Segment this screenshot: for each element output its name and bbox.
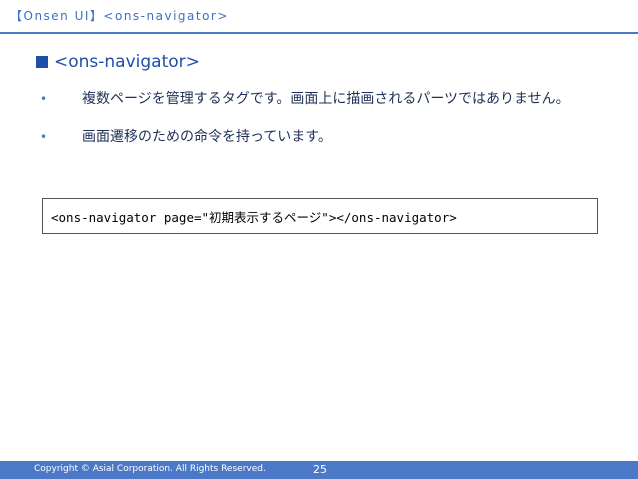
bullet-text: 画面遷移のための命令を持っています。 bbox=[82, 129, 332, 145]
bullet-list: • 複数ページを管理するタグです。画面上に描画されるパーツではありません。 • … bbox=[36, 88, 616, 164]
list-item: • 複数ページを管理するタグです。画面上に描画されるパーツではありません。 bbox=[36, 88, 616, 110]
square-bullet-icon bbox=[36, 56, 48, 68]
list-item: • 画面遷移のための命令を持っています。 bbox=[36, 126, 616, 148]
slide-header: 【Onsen UI】<ons-navigator> bbox=[0, 0, 638, 34]
bullet-dot-icon: • bbox=[40, 92, 48, 106]
code-sample: <ons-navigator page="初期表示するページ"></ons-na… bbox=[51, 209, 457, 225]
section-heading: <ons-navigator> bbox=[36, 52, 200, 72]
bullet-text: 複数ページを管理するタグです。画面上に描画されるパーツではありません。 bbox=[82, 91, 570, 107]
copyright-text: Copyright © Asial Corporation. All Right… bbox=[34, 464, 266, 474]
slide-footer: Copyright © Asial Corporation. All Right… bbox=[0, 461, 638, 479]
slide-title: 【Onsen UI】<ons-navigator> bbox=[10, 9, 229, 23]
bullet-dot-icon: • bbox=[40, 130, 48, 144]
page-number: 25 bbox=[313, 463, 327, 476]
heading-text: <ons-navigator> bbox=[54, 52, 200, 72]
code-box: <ons-navigator page="初期表示するページ"></ons-na… bbox=[42, 198, 598, 234]
